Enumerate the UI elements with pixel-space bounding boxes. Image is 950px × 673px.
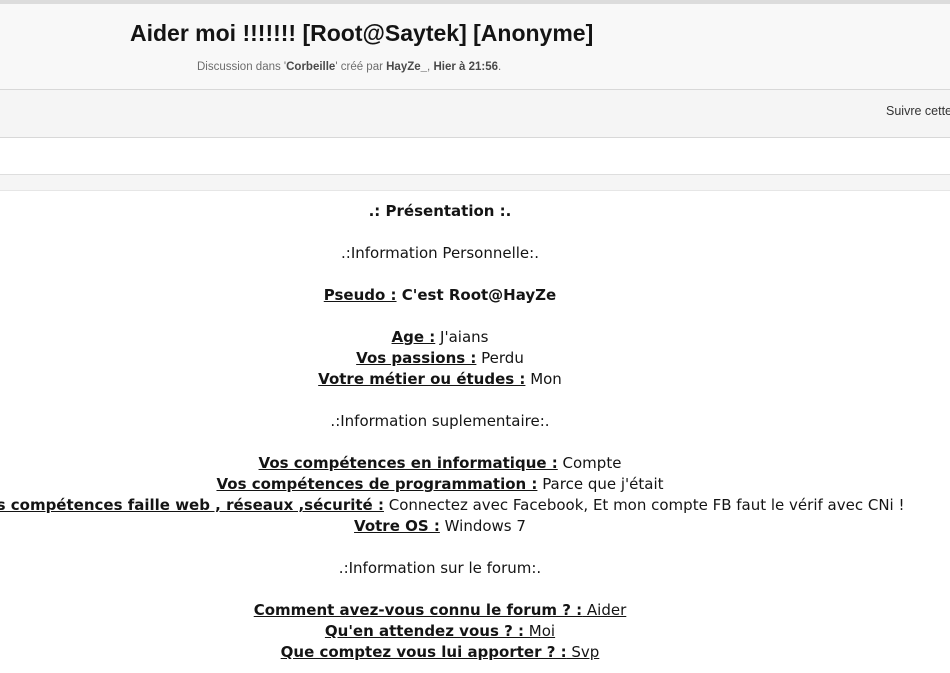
connu-value: Aider [582,601,627,619]
passions-value: Perdu [476,349,524,367]
section-forum: .:Information sur le forum:. [338,559,542,577]
metier-value: Mon [525,370,562,388]
thread-toolbar: Suivre cette [0,89,950,138]
meta-middle: ' créé par [335,61,387,73]
prog-skills-value: Parce que j'était [537,475,664,493]
os-label: Votre OS : [354,517,440,535]
apporter-label: Que comptez vous lui apporter ? : [280,643,567,661]
age-label: Age : [391,328,436,346]
section-extra: .:Information suplementaire:. [330,412,550,430]
info-skills-value: Compte [557,454,622,472]
passions-label: Vos passions : [356,349,477,367]
author-link[interactable]: HayZe_ [386,61,427,73]
date-link[interactable]: Hier à 21:56 [433,61,498,73]
thread-title: Aider moi !!!!!!! [Root@Saytek] [Anonyme… [130,20,594,46]
follow-thread-link[interactable]: Suivre cette [886,104,950,118]
age-value: J'aians [435,328,489,346]
meta-end: . [498,61,502,73]
spacer [0,138,950,174]
security-skills-value: Connectez avec Facebook, Et mon compte F… [383,496,905,514]
post-body: .: Présentation :. .:Information Personn… [0,201,950,663]
thread-header: Aider moi !!!!!!! [Root@Saytek] [Anonyme… [0,4,950,89]
apporter-value: Svp [566,643,600,661]
pseudo-value: C'est Root@HayZe [396,286,557,304]
prog-skills-label: Vos compétences de programmation : [216,475,538,493]
section-personal: .:Information Personnelle:. [341,244,539,262]
connu-label: Comment avez-vous connu le forum ? : [253,601,583,619]
meta-prefix: Discussion dans ' [197,61,287,73]
metier-label: Votre métier ou études : [318,370,526,388]
post-header-bar [0,174,950,191]
presentation-heading: .: Présentation :. [368,202,512,220]
attendez-value: Moi [524,622,556,640]
security-skills-label: Vos compétences faille web , réseaux ,sé… [0,496,384,514]
thread-meta: Discussion dans 'Corbeille' créé par Hay… [197,61,501,73]
attendez-label: Qu'en attendez vous ? : [324,622,525,640]
info-skills-label: Vos compétences en informatique : [258,454,558,472]
forum-link[interactable]: Corbeille [286,61,335,73]
os-value: Windows 7 [439,517,526,535]
pseudo-label: Pseudo : [323,286,397,304]
